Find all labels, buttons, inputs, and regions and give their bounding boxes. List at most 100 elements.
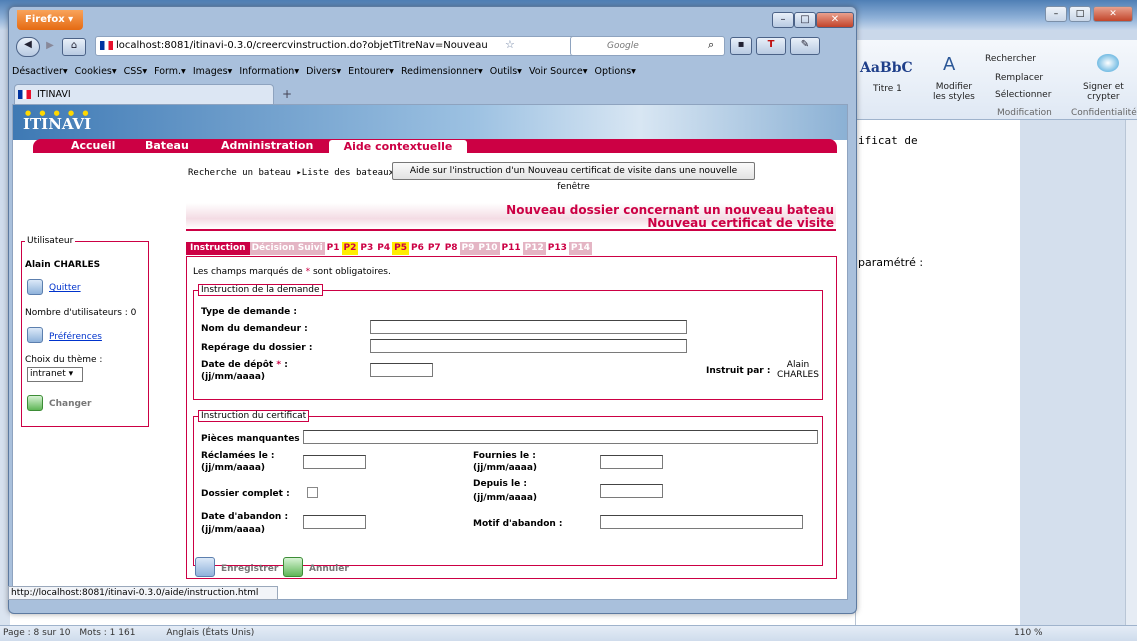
- menu-aide-contextuelle[interactable]: Aide contextuelle: [328, 139, 468, 153]
- pieces-input[interactable]: [303, 430, 818, 444]
- back-icon[interactable]: ◀: [16, 37, 40, 57]
- webdev-menu-5[interactable]: Information▾: [239, 66, 299, 77]
- date-depot-input[interactable]: [370, 363, 433, 377]
- form-tab-14[interactable]: P13: [546, 242, 569, 255]
- help-button[interactable]: Aide sur l'instruction d'un Nouveau cert…: [392, 162, 755, 192]
- form-tab-6[interactable]: P5: [392, 242, 409, 255]
- form-tab-10[interactable]: P9: [459, 242, 477, 255]
- complet-label: Dossier complet :: [201, 489, 290, 499]
- webdev-menu-9[interactable]: Outils▾: [490, 66, 522, 77]
- word-close-button[interactable]: ✕: [1093, 6, 1133, 22]
- webdev-menu-0[interactable]: Désactiver▾: [12, 66, 68, 77]
- form-tab-0[interactable]: Instruction: [186, 242, 250, 255]
- selectionner-button[interactable]: Sélectionner: [995, 90, 1051, 100]
- tool-icon[interactable]: ✎: [790, 37, 820, 55]
- save-button[interactable]: Enregistrer: [221, 564, 278, 574]
- form-tab-15[interactable]: P14: [568, 242, 593, 255]
- style-preview[interactable]: AaBbC: [860, 60, 913, 76]
- ff-close-button[interactable]: ✕: [816, 12, 854, 28]
- menu-accueil[interactable]: Accueil: [71, 139, 115, 153]
- reperage-label: Repérage du dossier :: [201, 343, 313, 353]
- webdev-menu-8[interactable]: Redimensionner▾: [401, 66, 483, 77]
- abandon-input[interactable]: [303, 515, 366, 529]
- webdev-menu-4[interactable]: Images▾: [193, 66, 232, 77]
- form-tab-13[interactable]: P12: [522, 242, 546, 255]
- word-document: ificat de paramétré :: [855, 120, 1020, 628]
- save-icon[interactable]: [195, 557, 215, 577]
- menu-administration[interactable]: Administration: [221, 139, 313, 153]
- form-tab-3[interactable]: P2: [341, 242, 359, 255]
- depuis-input[interactable]: [600, 484, 663, 498]
- word-scrollbar[interactable]: [1125, 120, 1137, 628]
- preferences-icon[interactable]: [27, 327, 43, 343]
- nom-input[interactable]: [370, 320, 687, 334]
- word-maximize-button[interactable]: □: [1069, 6, 1091, 22]
- motif-input[interactable]: [600, 515, 803, 529]
- ff-maximize-button[interactable]: □: [794, 12, 816, 28]
- form-tab-9[interactable]: P8: [443, 242, 460, 255]
- change-icon[interactable]: [27, 395, 43, 411]
- reperage-input[interactable]: [370, 339, 687, 353]
- preferences-link[interactable]: Préférences: [49, 332, 102, 342]
- remplacer-button[interactable]: Remplacer: [995, 73, 1043, 83]
- bookmark-star-icon[interactable]: ☆: [505, 38, 515, 51]
- browser-tab[interactable]: ITINAVI: [14, 84, 274, 104]
- web-page: ● ● ● ● ● ITINAVI Accueil Bateau Adminis…: [12, 104, 848, 600]
- style-name[interactable]: Titre 1: [873, 84, 902, 94]
- form-tab-5[interactable]: P4: [375, 242, 392, 255]
- form-tab-8[interactable]: P7: [426, 242, 443, 255]
- webdev-toolbar: Désactiver▾ Cookies▾ CSS▾ Form.▾ Images▾ Info…: [12, 62, 852, 82]
- ff-minimize-button[interactable]: –: [772, 12, 794, 28]
- abandon-label: Date d'abandon :: [201, 512, 289, 522]
- form-tab-4[interactable]: P3: [358, 242, 375, 255]
- forward-icon[interactable]: ▶: [42, 39, 58, 55]
- rechercher-button[interactable]: Rechercher: [985, 54, 1036, 64]
- menu-bateau[interactable]: Bateau: [145, 139, 189, 153]
- modifier-styles-button[interactable]: Modifier les styles: [933, 82, 975, 102]
- change-button[interactable]: Changer: [49, 399, 91, 409]
- quit-icon[interactable]: [27, 279, 43, 295]
- webdev-menu-2[interactable]: CSS▾: [124, 66, 147, 77]
- form-tab-1[interactable]: Décision Suivi: [249, 242, 325, 255]
- webdev-menu-7[interactable]: Entourer▾: [348, 66, 394, 77]
- instruit-label: Instruit par :: [706, 366, 771, 376]
- webdev-menu-6[interactable]: Divers▾: [306, 66, 341, 77]
- word-ribbon: AaBbC Titre 1 A Modifier les styles Rech…: [855, 40, 1137, 120]
- date-format-hint: (jj/mm/aaaa): [201, 525, 266, 535]
- date-depot-label: Date de dépôt * :: [201, 360, 288, 370]
- webdev-menu-3[interactable]: Form.▾: [154, 66, 186, 77]
- mandatory-note-text: Les champs marqués de: [193, 267, 303, 277]
- zoom-level[interactable]: 110 %: [1014, 626, 1043, 641]
- home-icon[interactable]: ⌂: [62, 38, 86, 56]
- cancel-icon[interactable]: [283, 557, 303, 577]
- word-minimize-button[interactable]: –: [1045, 6, 1067, 22]
- extension-icon[interactable]: ▪: [730, 37, 752, 55]
- fournies-input[interactable]: [600, 455, 663, 469]
- depuis-label: Depuis le :: [473, 479, 527, 489]
- quit-link[interactable]: Quitter: [49, 283, 81, 293]
- search-icon[interactable]: ⌕: [708, 38, 714, 52]
- reclamees-input[interactable]: [303, 455, 366, 469]
- webdev-menu-10[interactable]: Voir Source▾: [529, 66, 588, 77]
- firefox-menu-button[interactable]: Firefox ▾: [17, 10, 83, 30]
- status-language[interactable]: Anglais (États Unis): [166, 628, 254, 638]
- cancel-button[interactable]: Annuler: [309, 564, 349, 574]
- site-logo[interactable]: ITINAVI: [23, 115, 91, 133]
- signer-button[interactable]: Signer et crypter: [1083, 82, 1124, 102]
- webdev-menu-11[interactable]: Options▾: [595, 66, 636, 77]
- search-input[interactable]: Google: [570, 36, 725, 56]
- date-format-hint: (jj/mm/aaaa): [473, 493, 538, 503]
- breadcrumb[interactable]: Recherche un bateau ▸Liste des bateaux: [188, 168, 394, 178]
- form-tab-11[interactable]: P10: [476, 242, 500, 255]
- complet-checkbox[interactable]: [307, 487, 318, 498]
- text-icon[interactable]: T: [756, 37, 786, 55]
- theme-label: Choix du thème :: [25, 355, 103, 365]
- form-tab-2[interactable]: P1: [325, 242, 342, 255]
- theme-select[interactable]: intranet ▾: [27, 367, 83, 382]
- flag-icon: [100, 41, 113, 50]
- url-bar[interactable]: localhost:8081/itinavi-0.3.0/creercvinst…: [95, 36, 650, 56]
- new-tab-button[interactable]: +: [278, 86, 296, 102]
- webdev-menu-1[interactable]: Cookies▾: [75, 66, 117, 77]
- form-tab-12[interactable]: P11: [500, 242, 523, 255]
- form-tab-7[interactable]: P6: [409, 242, 426, 255]
